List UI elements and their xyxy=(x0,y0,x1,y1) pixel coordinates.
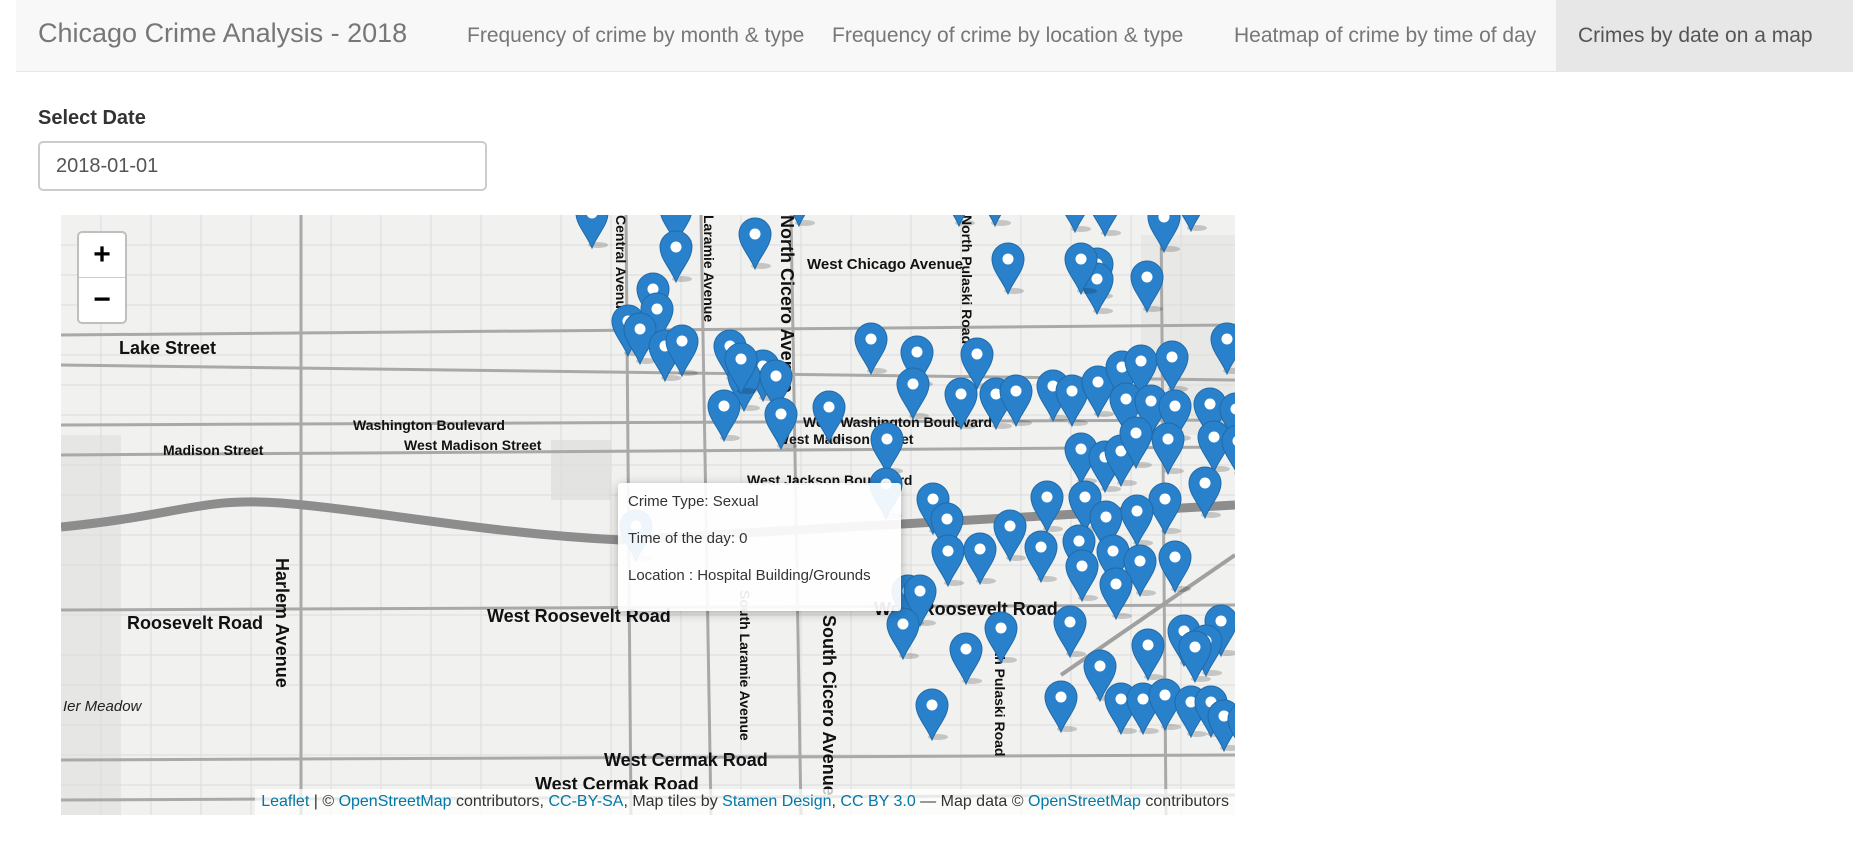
cc-by-sa-link[interactable]: CC-BY-SA xyxy=(548,793,623,810)
crime-marker[interactable] xyxy=(723,341,759,396)
popup-crime-type: Crime Type: Sexual xyxy=(628,493,759,510)
navbar: Chicago Crime Analysis - 2018 Frequency … xyxy=(16,0,1853,72)
popup-location: Location : Hospital Building/Grounds xyxy=(628,567,871,584)
crime-marker[interactable] xyxy=(948,631,984,686)
osm-link-2[interactable]: OpenStreetMap xyxy=(1028,793,1141,810)
tab-crime-by-month[interactable]: Frequency of crime by month & type xyxy=(445,0,826,72)
zoom-control: + − xyxy=(77,231,127,324)
crime-marker[interactable] xyxy=(811,389,847,444)
crime-marker[interactable] xyxy=(1226,701,1235,755)
osm-link[interactable]: OpenStreetMap xyxy=(339,793,452,810)
street-label-west-cermak-1: West Cermak Road xyxy=(604,750,768,770)
crime-marker[interactable] xyxy=(763,396,799,451)
crime-marker[interactable] xyxy=(1173,215,1209,233)
stamen-link[interactable]: Stamen Design xyxy=(722,793,831,810)
date-label: Select Date xyxy=(38,107,146,129)
attrib-text-5: — Map data © xyxy=(915,793,1028,810)
crime-marker[interactable] xyxy=(941,215,977,228)
popup-time-of-day: Time of the day: 0 xyxy=(628,530,748,547)
street-label-lake: Lake Street xyxy=(119,338,216,358)
crime-marker[interactable] xyxy=(885,606,921,661)
app-title: Chicago Crime Analysis - 2018 xyxy=(38,18,408,48)
crime-marker[interactable] xyxy=(914,687,950,742)
marker-popup: Crime Type: Sexual Time of the day: 0 Lo… xyxy=(618,483,901,611)
street-label-harlem: Harlem Avenue xyxy=(272,558,292,688)
leaflet-link[interactable]: Leaflet xyxy=(261,793,309,810)
crime-marker[interactable] xyxy=(853,321,889,376)
crime-marker[interactable] xyxy=(1063,241,1099,296)
street-label-madison: Madison Street xyxy=(163,442,264,458)
street-label-west-madison: West Madison Street xyxy=(404,437,542,453)
crime-marker[interactable] xyxy=(1087,215,1123,238)
street-label-central: Central Avenue xyxy=(613,215,629,317)
crime-marker[interactable] xyxy=(1118,415,1154,470)
crime-marker[interactable] xyxy=(1177,629,1213,684)
tab-crime-by-location[interactable]: Frequency of crime by location & type xyxy=(810,0,1205,72)
crime-marker[interactable] xyxy=(737,216,773,271)
crime-marker[interactable] xyxy=(1023,529,1059,584)
crime-marker[interactable] xyxy=(895,366,931,421)
street-label-pulaski: North Pulaski Road xyxy=(959,215,975,344)
crime-marker[interactable] xyxy=(1029,479,1065,534)
map-attribution: Leaflet | © OpenStreetMap contributors , … xyxy=(255,789,1235,815)
street-label-south-cicero: South Cicero Avenue xyxy=(819,615,839,796)
park-label-meadow: Ier Meadow xyxy=(63,698,143,715)
date-input[interactable] xyxy=(38,141,487,191)
crime-marker[interactable] xyxy=(706,388,742,443)
crime-marker[interactable] xyxy=(962,531,998,586)
crime-marker[interactable] xyxy=(983,610,1019,665)
crime-marker[interactable] xyxy=(998,373,1034,428)
zoom-out-button[interactable]: − xyxy=(79,277,125,322)
crime-marker[interactable] xyxy=(1187,465,1223,520)
crime-marker[interactable] xyxy=(1098,566,1134,621)
crime-marker[interactable] xyxy=(781,215,817,228)
crime-marker[interactable] xyxy=(1129,259,1165,314)
crime-marker[interactable] xyxy=(664,323,700,378)
crime-marker[interactable] xyxy=(1157,539,1193,594)
crime-marker[interactable] xyxy=(1043,679,1079,734)
crime-marker[interactable] xyxy=(1209,321,1235,376)
attrib-text-3: , Map tiles by xyxy=(623,793,723,810)
tab-crimes-map[interactable]: Crimes by date on a map xyxy=(1556,0,1853,72)
crime-marker[interactable] xyxy=(1064,548,1100,603)
crime-marker[interactable] xyxy=(990,241,1026,296)
crime-marker[interactable] xyxy=(1150,421,1186,476)
crime-marker[interactable] xyxy=(574,215,610,250)
street-label-west-chicago: West Chicago Avenue xyxy=(807,256,963,273)
attrib-text-1: | © xyxy=(309,793,339,810)
tab-heatmap[interactable]: Heatmap of crime by time of day xyxy=(1212,0,1558,72)
street-label-roosevelt: Roosevelt Road xyxy=(127,613,263,633)
crime-marker[interactable] xyxy=(943,376,979,431)
map[interactable]: Lake Street Washington Boulevard Madison… xyxy=(61,215,1235,815)
street-label-south-laramie: South Laramie Avenue xyxy=(737,590,753,741)
street-label-laramie: Laramie Avenue xyxy=(701,215,717,322)
crime-marker[interactable] xyxy=(977,215,1013,228)
crime-marker[interactable] xyxy=(1130,627,1166,682)
street-label-washington: Washington Boulevard xyxy=(353,417,505,433)
attrib-text-6: contributors xyxy=(1140,793,1229,810)
zoom-in-button[interactable]: + xyxy=(79,233,125,277)
cc-by-link[interactable]: CC BY 3.0 xyxy=(840,793,915,810)
attrib-text-2: contributors, xyxy=(451,793,549,810)
